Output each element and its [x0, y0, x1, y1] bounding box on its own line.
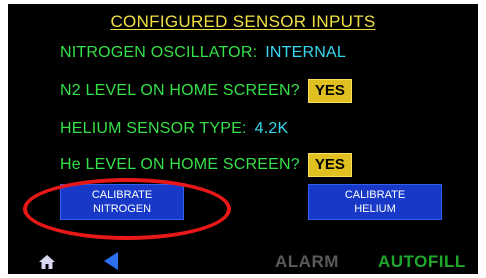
he-level-home-label: He LEVEL ON HOME SCREEN?	[60, 156, 300, 173]
calibrate-helium-line2: HELIUM	[354, 203, 396, 215]
n2-level-yes-button[interactable]: YES	[307, 79, 352, 103]
home-icon[interactable]	[38, 254, 56, 270]
helium-sensor-type-row: HELIUM SENSOR TYPE: 4.2K	[60, 117, 288, 141]
red-highlight-circle	[23, 178, 231, 240]
he-level-home-row: He LEVEL ON HOME SCREEN? YES	[60, 153, 352, 177]
page-title: CONFIGURED SENSOR INPUTS	[110, 12, 376, 31]
nitrogen-oscillator-label: NITROGEN OSCILLATOR:	[60, 44, 258, 61]
sensor-config-screen: CONFIGURED SENSOR INPUTS NITROGEN OSCILL…	[8, 4, 478, 274]
n2-level-home-label: N2 LEVEL ON HOME SCREEN?	[60, 82, 300, 99]
calibrate-helium-button[interactable]: CALIBRATE HELIUM	[308, 184, 442, 220]
helium-sensor-type-value[interactable]: 4.2K	[255, 120, 289, 138]
n2-level-home-row: N2 LEVEL ON HOME SCREEN? YES	[60, 79, 352, 103]
calibrate-helium-line1: CALIBRATE	[344, 189, 406, 201]
nitrogen-oscillator-value[interactable]: INTERNAL	[265, 44, 346, 62]
he-level-yes-button[interactable]: YES	[307, 153, 352, 177]
helium-sensor-type-label: HELIUM SENSOR TYPE:	[60, 120, 247, 137]
nitrogen-oscillator-row: NITROGEN OSCILLATOR: INTERNAL	[60, 41, 346, 65]
back-arrow-icon[interactable]	[103, 251, 119, 271]
alarm-indicator[interactable]: ALARM	[275, 252, 339, 272]
autofill-indicator[interactable]: AUTOFILL	[378, 252, 466, 272]
